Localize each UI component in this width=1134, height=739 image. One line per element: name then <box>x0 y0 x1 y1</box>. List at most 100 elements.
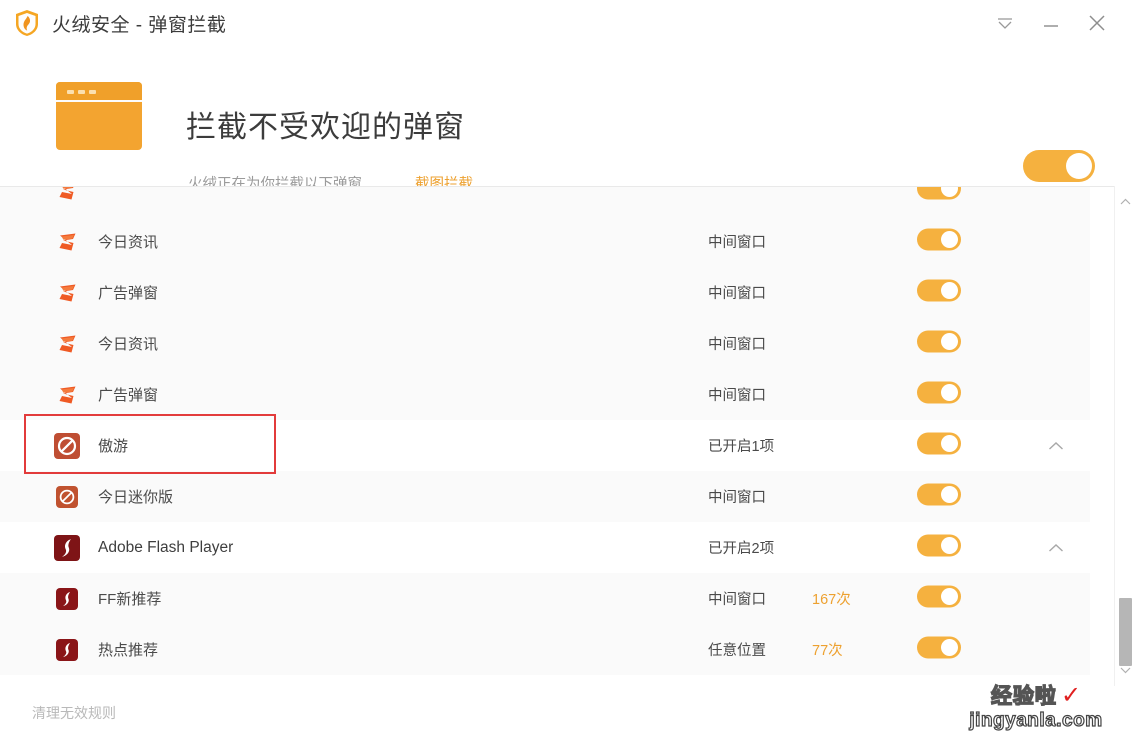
rule-name: 今日资讯 <box>98 336 159 353</box>
rule-toggle-switch[interactable] <box>917 381 961 403</box>
rule-position: 中间窗口 <box>708 592 766 608</box>
rule-toggle-knob <box>941 536 958 554</box>
table-row[interactable]: 广告弹窗 中间窗口 <box>0 267 1090 318</box>
table-row[interactable]: 傲游 已开启1项 <box>0 420 1090 471</box>
rule-toggle-knob <box>941 638 958 656</box>
rule-position: 中间窗口 <box>708 235 766 251</box>
maxthon-block-icon <box>56 485 78 508</box>
watermark-url: jingyanla.com <box>969 709 1103 731</box>
rule-name: 广告弹窗 <box>98 387 159 404</box>
minimize-button[interactable] <box>1028 0 1074 46</box>
table-row[interactable]: FF新推荐 中间窗口 167次 <box>0 573 1090 624</box>
flash-player-icon <box>56 587 78 610</box>
rule-toggle[interactable] <box>917 483 961 510</box>
table-row[interactable]: 今日资讯 中间窗口 <box>0 216 1090 267</box>
window-controls <box>982 0 1134 46</box>
banner: 拦截不受欢迎的弹窗 火绒正在为你拦截以下弹窗 截图拦截 <box>0 46 1134 193</box>
sogou-icon <box>56 332 80 356</box>
rule-toggle[interactable] <box>917 534 961 561</box>
huorong-shield-icon <box>14 9 40 37</box>
rule-position: 中间窗口 <box>708 286 766 302</box>
chevron-up-icon[interactable] <box>1048 543 1064 553</box>
rule-name: 今日资讯 <box>98 234 159 251</box>
master-toggle-switch[interactable] <box>1023 150 1095 182</box>
sogou-icon <box>56 281 80 305</box>
table-row[interactable]: 今日资讯 中间窗口 <box>0 318 1090 369</box>
rule-toggle-switch[interactable] <box>917 585 961 607</box>
rule-toggle-switch[interactable] <box>917 432 961 454</box>
rule-toggle[interactable] <box>917 585 961 612</box>
table-row[interactable]: 热点推荐 任意位置 77次 <box>0 624 1090 675</box>
rule-toggle[interactable] <box>917 381 961 408</box>
vertical-scrollbar[interactable] <box>1114 186 1134 686</box>
huorong-popup-blocker-window: 火绒安全 - 弹窗拦截 拦截不受欢迎的弹窗 火绒正在为你拦截以下弹窗 截图拦截 … <box>0 0 1134 739</box>
rule-position: 中间窗口 <box>708 337 766 353</box>
rule-toggle-switch[interactable] <box>917 279 961 301</box>
close-button[interactable] <box>1074 0 1120 46</box>
rule-name: 今日迷你版 <box>98 489 174 506</box>
chevron-up-icon[interactable] <box>1048 441 1064 451</box>
flash-player-icon <box>56 587 78 610</box>
rule-name: 傲游 <box>98 438 129 455</box>
master-toggle[interactable] <box>1023 150 1095 187</box>
maxthon-block-icon <box>54 432 80 459</box>
rule-toggle[interactable] <box>917 228 961 255</box>
clear-invalid-rules-link[interactable]: 清理无效规则 <box>32 703 116 723</box>
table-row[interactable]: 广告弹窗 中间窗口 <box>0 369 1090 420</box>
rule-toggle-switch[interactable] <box>917 534 961 556</box>
rule-toggle-switch[interactable] <box>917 228 961 250</box>
rule-position: 中间窗口 <box>708 388 766 404</box>
maxthon-block-icon <box>54 432 80 459</box>
sogou-icon <box>56 187 80 203</box>
rule-block-count: 77次 <box>812 643 843 659</box>
scrollbar-thumb[interactable] <box>1119 598 1132 666</box>
page-title: 拦截不受欢迎的弹窗 <box>186 111 465 144</box>
rule-toggle-knob <box>941 187 958 197</box>
rule-block-count: 167次 <box>812 592 851 608</box>
flash-player-icon <box>56 638 78 661</box>
rule-position: 中间窗口 <box>708 490 766 506</box>
scroll-down-button[interactable] <box>1115 660 1134 680</box>
rule-toggle-switch[interactable] <box>917 483 961 505</box>
rule-toggle-knob <box>941 434 958 452</box>
rule-toggle[interactable] <box>917 636 961 663</box>
table-row[interactable]: 今日迷你版 中间窗口 <box>0 471 1090 522</box>
sogou-icon <box>56 187 80 203</box>
rule-toggle-knob <box>941 281 958 299</box>
rule-toggle-switch[interactable] <box>917 330 961 352</box>
rule-toggle-switch[interactable] <box>917 187 961 199</box>
menu-collapse-button[interactable] <box>982 0 1028 46</box>
sogou-icon <box>56 230 80 254</box>
flash-player-icon <box>56 638 78 661</box>
sogou-icon <box>56 332 80 356</box>
rule-name: 热点推荐 <box>98 642 159 659</box>
rule-toggle-knob <box>941 485 958 503</box>
sogou-icon <box>56 383 80 407</box>
rule-toggle-knob <box>941 587 958 605</box>
rule-toggle-knob <box>941 332 958 350</box>
rule-name: 广告弹窗 <box>98 285 159 302</box>
rule-toggle-knob <box>941 383 958 401</box>
rule-toggle[interactable] <box>917 432 961 459</box>
scroll-up-button[interactable] <box>1115 192 1134 212</box>
table-row[interactable] <box>0 187 1090 216</box>
table-row[interactable]: Adobe Flash Player 已开启2项 <box>0 522 1090 573</box>
flash-player-icon <box>54 534 80 561</box>
rule-name: Adobe Flash Player <box>98 538 234 556</box>
window-title: 火绒安全 - 弹窗拦截 <box>52 14 227 36</box>
rule-toggle[interactable] <box>917 187 961 204</box>
rule-toggle-knob <box>941 230 958 248</box>
maxthon-block-icon <box>56 485 78 508</box>
rule-toggle[interactable] <box>917 330 961 357</box>
rule-position: 已开启1项 <box>708 439 775 455</box>
sogou-icon <box>56 281 80 305</box>
rule-position: 任意位置 <box>708 643 766 659</box>
popup-window-icon <box>56 82 142 150</box>
rule-name: FF新推荐 <box>98 591 162 608</box>
rule-toggle-switch[interactable] <box>917 636 961 658</box>
watermark: 经验啦 ✓ jingyanla.com <box>952 681 1120 733</box>
rule-toggle[interactable] <box>917 279 961 306</box>
rules-list[interactable]: 今日资讯 中间窗口 广告弹窗 中间窗口 今日资讯 中间窗口 广告弹窗 中间窗口 傲游 已开启1项今… <box>0 186 1134 686</box>
master-toggle-knob <box>1066 153 1092 179</box>
watermark-check-icon: ✓ <box>1060 682 1082 709</box>
